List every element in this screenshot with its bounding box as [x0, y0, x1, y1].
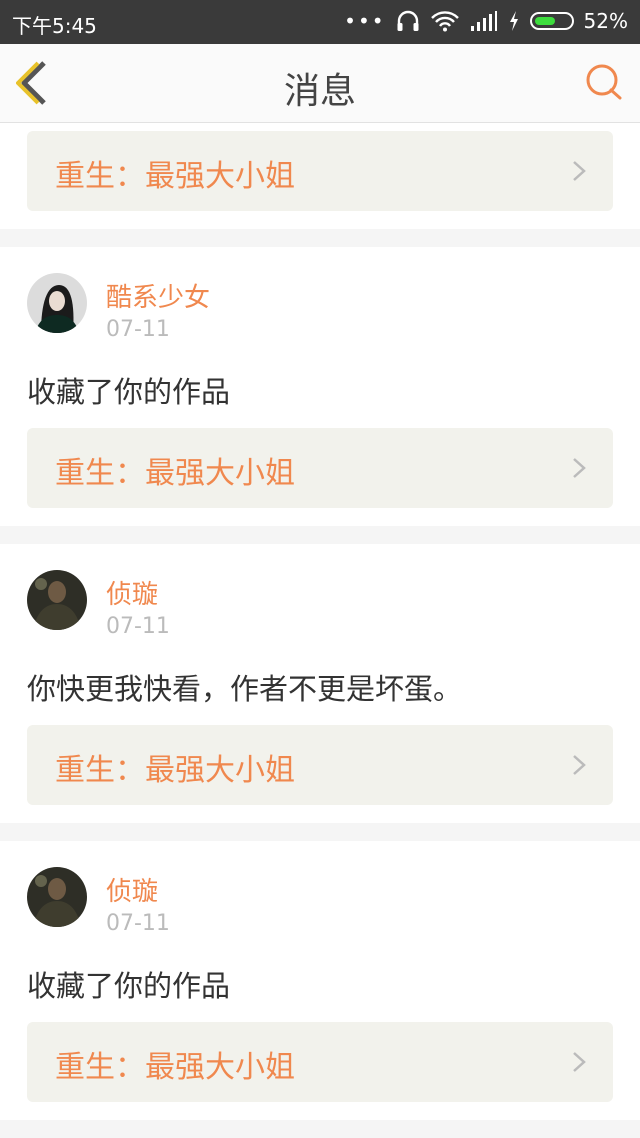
work-link[interactable]: 重生：最强大小姐: [27, 1022, 613, 1102]
status-bar: 下午5:45 ••• 52%: [0, 0, 640, 44]
username[interactable]: 侦璇: [106, 871, 158, 908]
username[interactable]: 侦璇: [106, 574, 158, 611]
message-card: 重生：最强大小姐: [0, 123, 640, 229]
message-date: 07-11: [106, 614, 170, 639]
more-dots-icon: •••: [344, 9, 386, 33]
battery-level: 52%: [583, 9, 628, 33]
message-card: 侦璇 07-11 收藏了你的作品 重生：最强大小姐: [0, 841, 640, 1120]
battery-icon: [529, 12, 574, 30]
user-avatar-image: [27, 570, 87, 630]
message-date: 07-11: [106, 911, 170, 936]
work-link[interactable]: 重生：最强大小姐: [27, 131, 613, 211]
chevron-right-icon: [573, 458, 586, 478]
status-time: 下午5:45: [12, 14, 97, 38]
work-title: 重生：最强大小姐: [55, 159, 295, 194]
status-icons: ••• 52%: [344, 9, 628, 33]
message-card: 侦璇 07-11 你快更我快看，作者不更是坏蛋。 重生：最强大小姐: [0, 544, 640, 823]
work-link[interactable]: 重生：最强大小姐: [27, 725, 613, 805]
work-title: 重生：最强大小姐: [55, 456, 295, 491]
work-title: 重生：最强大小姐: [55, 753, 295, 788]
page-title: 消息: [283, 71, 356, 112]
chevron-right-icon: [573, 161, 586, 181]
message-date: 07-11: [106, 317, 170, 342]
message-text: 收藏了你的作品: [27, 969, 231, 1003]
avatar[interactable]: [27, 867, 87, 927]
username[interactable]: 酷系少女: [106, 277, 210, 314]
message-text: 收藏了你的作品: [27, 375, 231, 409]
header-bar: 消息: [0, 44, 640, 123]
user-avatar-image: [27, 273, 87, 333]
signal-icon: [470, 11, 497, 31]
message-text: 你快更我快看，作者不更是坏蛋。: [27, 672, 463, 706]
chevron-right-icon: [573, 755, 586, 775]
avatar[interactable]: [27, 570, 87, 630]
charging-icon: [509, 11, 518, 31]
work-link[interactable]: 重生：最强大小姐: [27, 428, 613, 508]
chevron-right-icon: [573, 1052, 586, 1072]
wifi-icon: [430, 11, 459, 32]
avatar[interactable]: [27, 273, 87, 333]
work-title: 重生：最强大小姐: [55, 1050, 295, 1085]
search-icon[interactable]: [584, 62, 624, 102]
headphones-icon: [397, 10, 419, 31]
message-card: 酷系少女 07-11 收藏了你的作品 重生：最强大小姐: [0, 247, 640, 526]
user-avatar-image: [27, 867, 87, 927]
